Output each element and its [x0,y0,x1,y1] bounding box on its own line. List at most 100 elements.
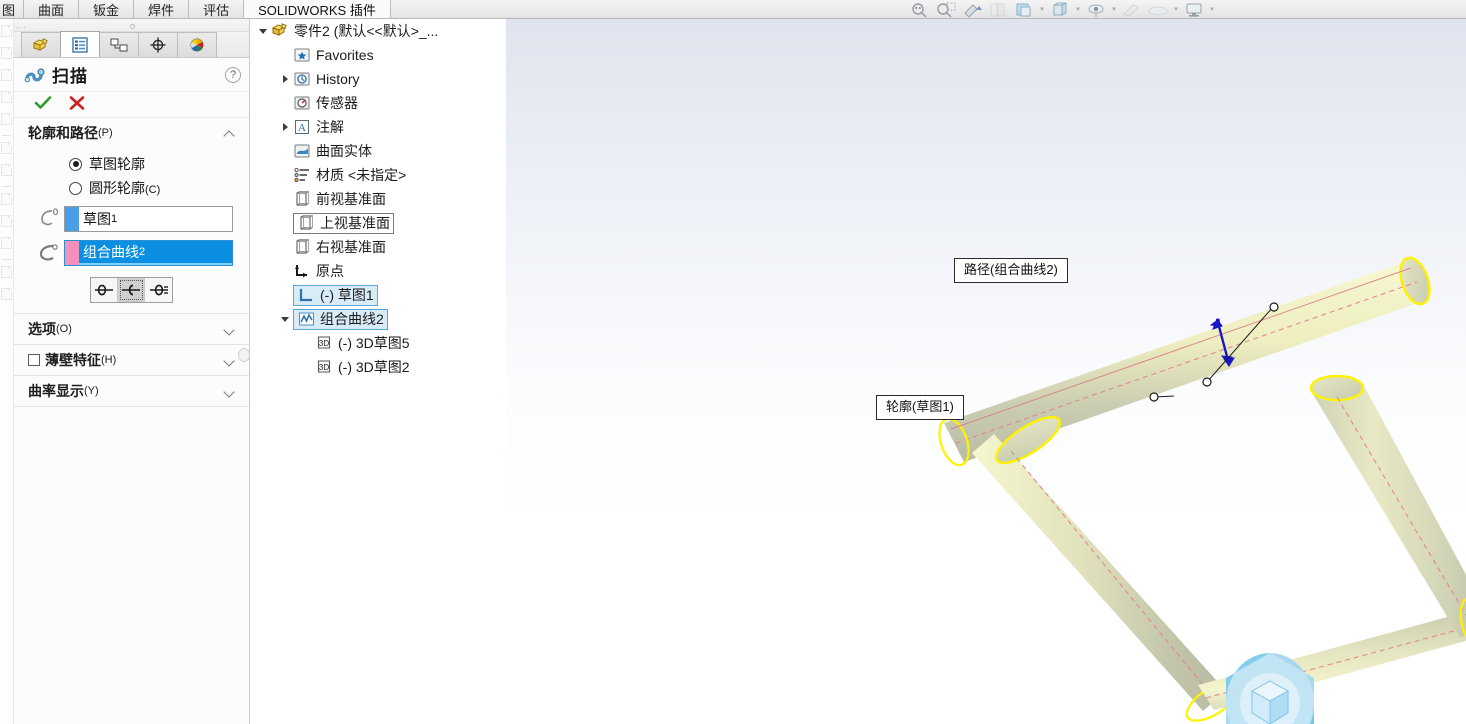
tree-node[interactable]: 零件2 (默认<<默认>_... [251,19,506,43]
tree-node-content: (-) 草图1 [293,284,378,306]
document-icon[interactable] [1,25,12,37]
tree-node[interactable]: 右视基准面 [251,235,506,259]
document-icon[interactable] [1,288,12,300]
ribbon-tab-strip: 图 曲面 钣金 焊件 评估 SOLIDWORKS 插件 [0,0,1466,19]
view-orientation-icon[interactable] [1012,1,1036,19]
zoom-to-fit-icon[interactable] [908,1,932,19]
ribbon-tab-1[interactable]: 曲面 [24,0,80,18]
configuration-manager-tab[interactable] [99,32,139,57]
apply-scene-caret-icon[interactable]: ▾ [1172,1,1180,19]
tree-node[interactable]: 3D (-) 3D草图5 [251,331,506,355]
view-settings-icon[interactable] [1182,1,1206,19]
hide-show-caret-icon[interactable]: ▾ [1110,1,1118,19]
document-icon[interactable] [1,69,12,81]
thin-feature-checkbox[interactable] [28,354,40,366]
view-orientation-caret-icon[interactable]: ▾ [1038,1,1046,19]
document-icon[interactable] [1,266,12,278]
panel-grip[interactable]: ··· [14,19,249,32]
dimxpert-manager-tab[interactable] [138,32,178,57]
section-curvature-display: 曲率显示 (Y) [14,376,249,407]
section-mnemonic: (H) [101,354,117,366]
display-style-caret-icon[interactable]: ▾ [1074,1,1082,19]
plane-icon [293,190,312,208]
section-header[interactable]: 曲率显示 (Y) [14,376,249,406]
document-icon[interactable] [1,91,12,103]
ribbon-tab-5[interactable]: SOLIDWORKS 插件 [244,0,391,18]
path-callout[interactable]: 路径(组合曲线2) [954,258,1068,283]
annotations-icon: A [293,118,312,136]
apply-scene-icon[interactable] [1146,1,1170,19]
panel-pin-icon[interactable] [129,24,135,29]
panel-splitter-handle[interactable] [238,348,250,362]
tree-node-label: 零件2 (默认<<默认>_... [294,23,439,39]
ok-button[interactable] [34,95,52,114]
property-manager-tab[interactable] [60,31,100,57]
ribbon-tab-2[interactable]: 钣金 [79,0,135,18]
document-icon[interactable] [1,237,12,249]
section-header[interactable]: 轮廓和路径 (P) [14,118,249,148]
tree-node[interactable]: 上视基准面 [251,211,506,235]
profile-selection-box[interactable]: 草图 1 [64,206,233,232]
document-icon[interactable] [1,193,12,205]
history-icon [293,70,312,88]
tree-node-label: Favorites [316,47,374,63]
tree-node[interactable]: 3D (-) 3D草图2 [251,355,506,379]
display-style-icon[interactable] [1048,1,1072,19]
section-header[interactable]: 薄壁特征 (H) [14,345,249,375]
profile-callout[interactable]: 轮廓(草图1) [876,395,964,420]
property-manager-header: 扫描 ? [14,58,249,92]
chevron-down-icon[interactable] [224,354,237,367]
align-start-button[interactable] [91,278,118,302]
document-icon[interactable] [1,164,12,176]
chevron-right-icon[interactable] [277,75,293,83]
align-middle-button[interactable] [118,278,145,302]
tree-node[interactable]: 前视基准面 [251,187,506,211]
document-icon[interactable] [1,113,12,125]
tree-node[interactable]: Favorites [251,43,506,67]
radio-sketch-profile[interactable]: 草图轮廓 [14,152,249,176]
chevron-down-icon[interactable] [255,28,271,34]
cancel-button[interactable] [68,95,86,114]
chevron-down-icon[interactable] [224,385,237,398]
document-icon[interactable] [1,142,12,154]
part-icon [271,22,290,40]
tree-node[interactable]: 原点 [251,259,506,283]
tree-node[interactable]: 传感器 [251,91,506,115]
view-settings-caret-icon[interactable]: ▾ [1208,1,1216,19]
tree-node-content: 材质 <未指定> [293,165,406,185]
tree-node[interactable]: (-) 草图1 [251,283,506,307]
svg-text:3D: 3D [319,339,329,348]
zoom-to-area-icon[interactable] [934,1,958,19]
tree-node[interactable]: History [251,67,506,91]
tree-node[interactable]: 组合曲线2 [251,307,506,331]
ribbon-tab-3[interactable]: 焊件 [134,0,190,18]
help-icon[interactable]: ? [225,66,241,83]
profile-sketch-icon: 0 [36,207,64,231]
display-manager-tab[interactable] [177,32,217,57]
section-header[interactable]: 选项 (O) [14,314,249,344]
edit-appearance-icon[interactable] [1120,1,1144,19]
align-end-button[interactable] [145,278,172,302]
chevron-up-icon[interactable] [224,127,237,140]
document-icon[interactable] [1,215,12,227]
tree-node-label: History [316,71,360,87]
tree-node[interactable]: 曲面实体 [251,139,506,163]
chevron-right-icon[interactable] [277,123,293,131]
ribbon-tab-4[interactable]: 评估 [189,0,245,18]
radio-circular-profile[interactable]: 圆形轮廓(C) [14,176,249,200]
section-view-icon[interactable] [986,1,1010,19]
section-mnemonic: (Y) [84,385,99,397]
tree-node[interactable]: 材质 <未指定> [251,163,506,187]
sketch-icon [297,286,316,304]
previous-view-icon[interactable] [960,1,984,19]
document-icon[interactable] [1,47,12,59]
hide-show-items-icon[interactable] [1084,1,1108,19]
tree-node[interactable]: A 注解 [251,115,506,139]
path-selection-box[interactable]: 组合曲线 2 [64,240,233,266]
ribbon-tab-0[interactable]: 图 [0,0,25,18]
chevron-down-icon[interactable] [277,316,293,322]
left-icon-rail [0,19,14,724]
feature-manager-tab[interactable] [21,32,61,57]
chevron-down-icon[interactable] [224,323,237,336]
section-thin-feature: 薄壁特征 (H) [14,345,249,376]
